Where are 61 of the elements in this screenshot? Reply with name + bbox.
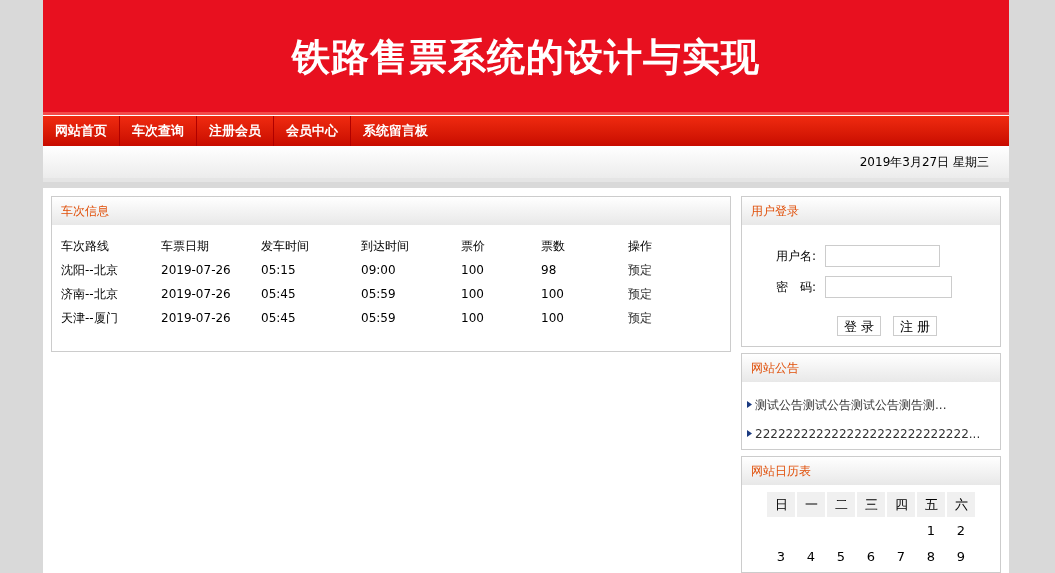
weekday-header: 六 (947, 492, 975, 517)
weekday-header: 二 (827, 492, 855, 517)
book-link[interactable]: 预定 (628, 285, 688, 303)
calendar-day[interactable]: 3 (776, 546, 786, 567)
calendar-day[interactable]: 8 (926, 546, 936, 567)
table-cell-text: 100 (461, 286, 485, 303)
book-link[interactable]: 预定 (628, 261, 688, 279)
bullet-icon (747, 430, 752, 437)
column-header: 票价 (461, 238, 486, 255)
table-cell-text: 05:15 (261, 262, 297, 279)
date-text: 2019年3月27日 星期三 (859, 154, 989, 171)
calendar-day[interactable]: 4 (806, 546, 816, 567)
calendar-day[interactable]: 2 (956, 520, 966, 541)
panel-title: 用户登录 (751, 203, 799, 220)
weekday-header: 五 (917, 492, 945, 517)
calendar-day[interactable]: 5 (836, 546, 846, 567)
table-cell-text: 05:59 (361, 286, 397, 303)
nav-link[interactable]: 网站首页 (43, 116, 119, 146)
notice-link[interactable]: 测试公告测试公告测试公告测告测... (755, 395, 947, 414)
table-cell-text: 100 (541, 286, 565, 303)
column-header: 票数 (541, 238, 566, 255)
table-cell-text: 100 (461, 262, 485, 279)
bullet-icon (747, 401, 752, 408)
table-cell-text: 天津--厦门 (61, 310, 119, 327)
table-cell-text: 05:45 (261, 286, 297, 303)
calendar-day[interactable]: 9 (956, 546, 966, 567)
password-label: 密 码: (776, 279, 818, 296)
login-button[interactable]: 登 录 (837, 316, 882, 336)
notice-link[interactable]: 2222222222222222222222222222... (755, 424, 981, 443)
weekday-header: 三 (857, 492, 885, 517)
calendar-day[interactable]: 7 (896, 546, 906, 567)
weekday-header: 日 (767, 492, 795, 517)
calendar-day[interactable]: 6 (866, 546, 876, 567)
weekday-header: 一 (797, 492, 825, 517)
column-header: 操作 (628, 238, 653, 255)
table-cell-text: 09:00 (361, 262, 397, 279)
panel-title: 网站公告 (751, 360, 799, 377)
table-cell-text: 2019-07-26 (161, 262, 232, 279)
username-field[interactable] (825, 245, 940, 267)
password-field[interactable] (825, 276, 952, 298)
table-cell-text: 2019-07-26 (161, 310, 232, 327)
table-cell-text: 2019-07-26 (161, 286, 232, 303)
username-label: 用户名: (776, 248, 818, 265)
column-header: 到达时间 (361, 238, 410, 255)
register-button[interactable]: 注 册 (893, 316, 938, 336)
column-header: 车次路线 (61, 238, 110, 255)
column-header: 发车时间 (261, 238, 310, 255)
weekday-header: 四 (887, 492, 915, 517)
table-cell-text: 沈阳--北京 (61, 262, 119, 279)
table-cell-text: 05:45 (261, 310, 297, 327)
table-cell-text: 98 (541, 262, 558, 279)
table-cell-text: 05:59 (361, 310, 397, 327)
column-header: 车票日期 (161, 238, 210, 255)
table-cell-text: 济南--北京 (61, 286, 119, 303)
table-cell-text: 100 (461, 310, 485, 327)
table-cell-text: 100 (541, 310, 565, 327)
panel-title: 车次信息 (61, 203, 109, 220)
panel-title: 网站日历表 (751, 463, 811, 480)
site-title: 铁路售票系统的设计与实现 (292, 32, 760, 81)
book-link[interactable]: 预定 (628, 309, 688, 327)
calendar-day[interactable]: 1 (926, 520, 936, 541)
